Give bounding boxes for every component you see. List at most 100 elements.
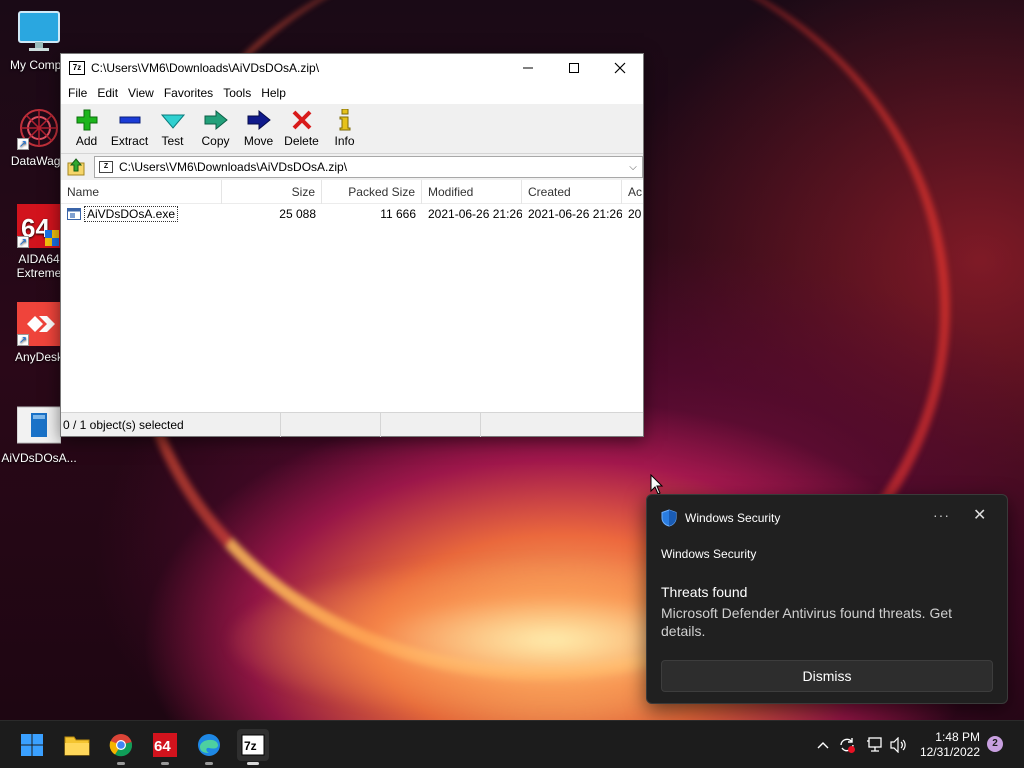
close-icon [614,62,626,74]
move-arrow-icon [245,108,273,132]
menu-help[interactable]: Help [256,86,291,100]
desktop-icon-label: AnyDesk [14,350,64,364]
file-name: AiVDsDOsA.exe [84,206,179,222]
file-modified: 2021-06-26 21:26 [428,207,522,221]
column-name[interactable]: Name [61,179,222,204]
add-button[interactable]: Add [65,104,108,152]
folder-icon [64,736,90,756]
taskbar-7zip[interactable]: 7z [237,729,269,765]
tray-network[interactable] [864,721,886,768]
running-indicator [117,762,125,765]
file-size: 25 088 [279,207,316,221]
chrome-icon [109,734,133,757]
info-button[interactable]: Info [323,104,366,152]
running-indicator [247,762,259,765]
tray-volume[interactable] [888,721,910,768]
dismiss-button[interactable]: Dismiss [661,660,993,692]
close-icon[interactable]: ✕ [973,505,986,525]
edge-icon [198,734,220,756]
status-segment [481,413,581,437]
clock-date: 12/31/2022 [919,745,980,759]
window-title: C:\Users\VM6\Downloads\AiVDsDOsA.zip\ [91,61,320,75]
delete-x-icon [288,108,316,132]
exe-file-icon [67,208,81,220]
taskbar-aida64[interactable]: 64 [149,729,181,765]
column-size[interactable]: Size [222,179,322,204]
move-button[interactable]: Move [237,104,280,152]
more-options-icon[interactable]: ··· [933,507,950,523]
file-list-header: Name Size Packed Size Modified Created A… [61,179,643,204]
address-text: C:\Users\VM6\Downloads\AiVDsDOsA.zip\ [119,160,348,174]
shortcut-arrow-icon: ↗ [17,138,29,150]
address-bar[interactable]: Z C:\Users\VM6\Downloads\AiVDsDOsA.zip\ … [94,156,643,178]
running-indicator [205,762,213,765]
aida64-icon: 64 ↗ [17,204,61,248]
column-modified[interactable]: Modified [422,179,522,204]
svg-text:7z: 7z [244,739,257,753]
svg-text:64: 64 [154,738,171,755]
7zip-window: 7z C:\Users\VM6\Downloads\AiVDsDOsA.zip\… [60,53,644,437]
notification-badge[interactable]: 2 [987,736,1003,752]
minus-icon [116,108,144,132]
column-packed-size[interactable]: Packed Size [322,179,422,204]
minimize-icon [523,67,533,69]
chevron-up-icon [817,742,829,749]
taskbar-file-explorer[interactable] [61,729,93,761]
shortcut-arrow-icon: ↗ [17,236,29,248]
notification-title: Threats found [661,584,748,600]
maximize-button[interactable] [551,54,597,82]
7zip-app-icon: 7z [69,61,85,75]
notification-body: Microsoft Defender Antivirus found threa… [661,605,953,639]
copy-arrow-icon [202,108,230,132]
test-button[interactable]: Test [151,104,194,152]
close-button[interactable] [597,54,643,82]
column-accessed[interactable]: Ac [622,180,643,204]
checkmark-icon [159,108,187,132]
monitor-icon [17,10,61,54]
shield-icon [661,509,677,527]
7zip-icon: 7z [241,734,265,756]
file-packed-size: 11 666 [380,207,416,221]
aida64-icon: 64 [153,733,177,757]
desktop-icon-label: AIDA64 Extreme [16,252,62,280]
datawagon-icon: ↗ [17,106,61,150]
notification-toast[interactable]: Windows Security ··· ✕ Windows Security … [646,494,1008,704]
extract-button[interactable]: Extract [108,104,151,152]
sync-warning-icon [840,738,855,753]
copy-button[interactable]: Copy [194,104,237,152]
clock-time: 1:48 PM [935,730,980,744]
delete-button[interactable]: Delete [280,104,323,152]
show-hidden-icons-button[interactable] [812,721,834,768]
up-folder-button[interactable] [64,156,88,178]
file-list: AiVDsDOsA.exe 25 088 11 666 2021-06-26 2… [61,204,643,424]
start-button[interactable] [16,729,48,761]
shortcut-arrow-icon: ↗ [17,334,29,346]
menu-favorites[interactable]: Favorites [159,86,218,100]
taskbar-edge[interactable] [193,729,225,765]
menu-bar: File Edit View Favorites Tools Help [61,82,643,104]
minimize-button[interactable] [505,54,551,82]
notification-app-name: Windows Security [685,511,781,525]
menu-file[interactable]: File [63,86,92,100]
column-created[interactable]: Created [522,179,622,204]
menu-view[interactable]: View [123,86,159,100]
notification-attribution: Windows Security [661,547,757,561]
plus-icon [73,108,101,132]
chevron-down-icon[interactable]: ⌵ [624,162,642,173]
menu-tools[interactable]: Tools [218,86,256,100]
desktop-icon-label: DataWago [10,154,68,168]
status-segment [281,412,381,437]
status-bar: 0 / 1 object(s) selected [61,412,643,437]
tray-sync-status[interactable] [836,721,858,768]
taskbar-clock[interactable]: 1:48 PM 12/31/2022 [914,730,980,760]
file-created: 2021-06-26 21:26 [528,207,622,221]
volume-icon [890,737,906,753]
toolbar: Add Extract Test Copy Move Delete Info [61,104,643,154]
title-bar[interactable]: 7z C:\Users\VM6\Downloads\AiVDsDOsA.zip\ [61,54,643,82]
table-row[interactable]: AiVDsDOsA.exe 25 088 11 666 2021-06-26 2… [61,204,643,224]
taskbar-chrome[interactable] [105,729,137,765]
executable-file-icon [16,403,62,447]
menu-edit[interactable]: Edit [92,86,123,100]
windows-logo-icon [21,734,43,756]
desktop-icon-label: AiVDsDOsA... [1,451,77,465]
